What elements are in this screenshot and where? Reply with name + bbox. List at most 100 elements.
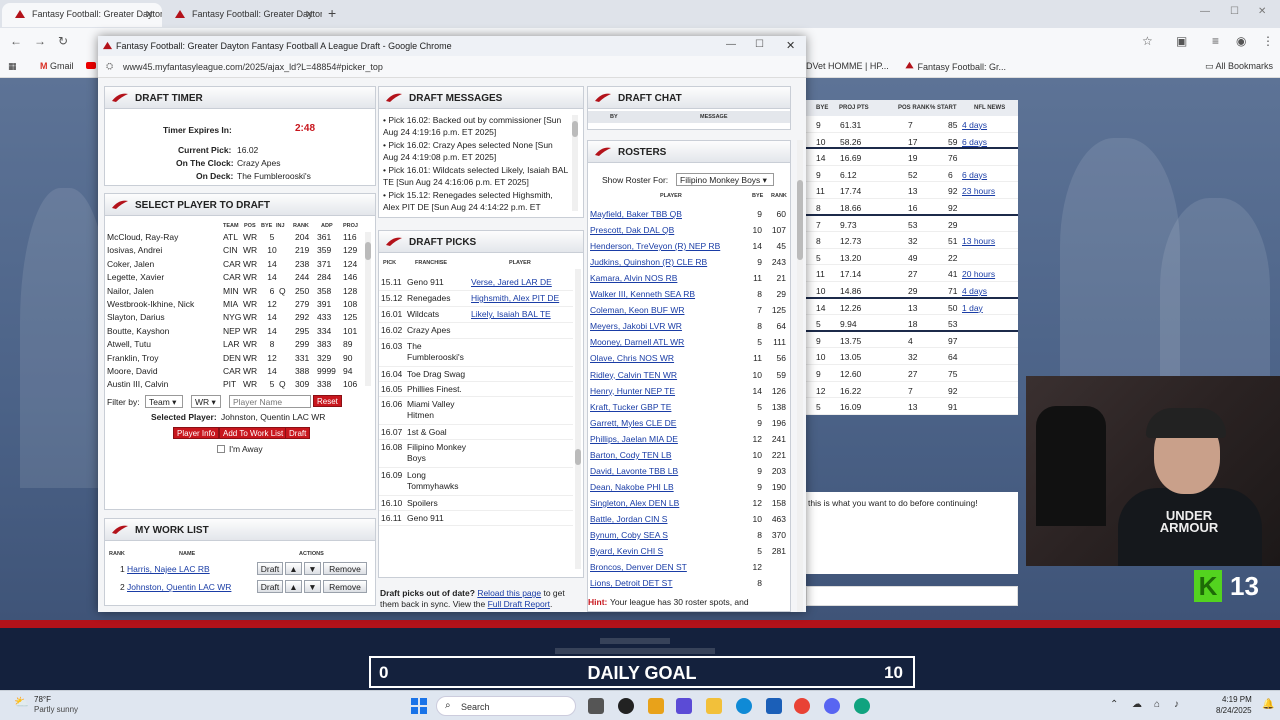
back-icon[interactable]: ← — [10, 34, 22, 48]
stat-news-link[interactable]: 4 days — [962, 120, 987, 130]
move-down-icon[interactable]: ▼ — [304, 580, 321, 593]
move-up-icon[interactable]: ▲ — [285, 562, 302, 575]
app-icon[interactable] — [766, 698, 782, 714]
player-name[interactable]: McCloud, Ray-Ray — [107, 232, 178, 242]
stat-news-link[interactable]: 6 days — [962, 170, 987, 180]
roster-player-link[interactable]: Judkins, Quinshon (R) CLE RB — [590, 257, 707, 267]
pick-player-link[interactable]: Likely, Isaiah BAL TE — [471, 309, 551, 319]
stat-news-link[interactable]: 23 hours — [962, 186, 995, 196]
worklist-player-link[interactable]: Johnston, Quentin LAC WR — [127, 582, 231, 592]
task-view-icon[interactable] — [588, 698, 604, 714]
notifications-icon[interactable]: 🔔 — [1262, 699, 1274, 710]
remove-button[interactable]: Remove — [323, 562, 367, 575]
apps-icon[interactable]: ▦ — [8, 61, 17, 72]
new-tab-icon[interactable]: + — [328, 5, 336, 21]
all-bookmarks[interactable]: ▭ All Bookmarks — [1205, 61, 1273, 72]
scrollbar[interactable] — [797, 140, 803, 612]
remove-button[interactable]: Remove — [323, 580, 367, 593]
stat-news-link[interactable]: 20 hours — [962, 269, 995, 279]
app-icon[interactable] — [648, 698, 664, 714]
player-name[interactable]: Atwell, Tutu — [107, 339, 151, 349]
pick-player-link[interactable]: Highsmith, Alex PIT DE — [471, 293, 559, 303]
worklist-player-link[interactable]: Harris, Najee LAC RB — [127, 564, 210, 574]
worklist-draft-button[interactable]: Draft — [257, 562, 283, 575]
player-name[interactable]: Slayton, Darius — [107, 312, 165, 322]
bookmark-advet[interactable]: ADVet HOMME | HP... — [800, 61, 889, 71]
roster-player-link[interactable]: Kamara, Alvin NOS RB — [590, 273, 677, 283]
player-name[interactable]: Westbrook-Ikhine, Nick — [107, 299, 194, 309]
player-name[interactable]: Iosivas, Andrei — [107, 245, 162, 255]
site-info-icon[interactable]: ⛭ — [106, 61, 113, 72]
roster-player-link[interactable]: Ridley, Calvin TEN WR — [590, 370, 677, 380]
roster-player-link[interactable]: Mooney, Darnell ATL WR — [590, 337, 684, 347]
taskbar-search[interactable]: ⌕ Search — [436, 696, 576, 716]
player-info-button[interactable]: Player Info — [173, 427, 220, 439]
minimize-icon[interactable]: — — [726, 39, 736, 50]
roster-player-link[interactable]: Garrett, Myles CLE DE — [590, 418, 676, 428]
app-icon[interactable] — [854, 698, 870, 714]
filter-team-select[interactable]: Team ▾ — [145, 395, 183, 408]
media-icon[interactable]: ≡ — [1212, 34, 1219, 48]
roster-player-link[interactable]: Phillips, Jaelan MIA DE — [590, 434, 678, 444]
player-name[interactable]: Franklin, Troy — [107, 353, 159, 363]
roster-player-link[interactable]: Lions, Detroit DET ST — [590, 578, 673, 588]
extensions-icon[interactable]: ▣ — [1176, 34, 1187, 48]
tray-chevron-icon[interactable]: ⌃ — [1110, 699, 1118, 710]
stat-news-link[interactable]: 4 days — [962, 286, 987, 296]
network-icon[interactable]: ⌂ — [1154, 699, 1160, 710]
reload-icon[interactable]: ↻ — [58, 34, 68, 48]
popup-address-bar[interactable]: ⛭ www45.myfantasyleague.com/2025/ajax_ld… — [98, 56, 806, 78]
bookmark-gmail[interactable]: M Gmail — [40, 61, 74, 71]
maximize-icon[interactable]: ☐ — [1230, 6, 1239, 17]
volume-icon[interactable]: ♪ — [1174, 699, 1179, 710]
roster-player-link[interactable]: Byard, Kevin CHI S — [590, 546, 663, 556]
close-tab-icon[interactable]: ✕ — [305, 8, 314, 21]
scrollbar[interactable] — [572, 115, 578, 211]
youtube-icon[interactable] — [86, 61, 96, 71]
roster-player-link[interactable]: Coleman, Keon BUF WR — [590, 305, 684, 315]
move-up-icon[interactable]: ▲ — [285, 580, 302, 593]
stat-news-link[interactable]: 1 day — [962, 303, 983, 313]
maximize-icon[interactable]: ☐ — [755, 39, 764, 50]
bookmark-fantasy[interactable]: Fantasy Football: Gr... — [904, 61, 1006, 72]
roster-player-link[interactable]: David, Lavonte TBB LB — [590, 466, 678, 476]
roster-player-link[interactable]: Olave, Chris NOS WR — [590, 353, 674, 363]
worklist-draft-button[interactable]: Draft — [257, 580, 283, 593]
roster-player-link[interactable]: Barton, Cody TEN LB — [590, 450, 672, 460]
reload-page-link[interactable]: Reload this page — [477, 588, 541, 598]
edge-icon[interactable] — [736, 698, 752, 714]
draft-button[interactable]: Draft — [285, 427, 311, 439]
player-name[interactable]: Coker, Jalen — [107, 259, 154, 269]
menu-icon[interactable]: ⋮ — [1262, 34, 1274, 48]
scrollbar[interactable] — [365, 232, 371, 386]
add-to-work-list-button[interactable]: Add To Work List — [219, 427, 288, 439]
stat-news-link[interactable]: 13 hours — [962, 236, 995, 246]
weather-icon[interactable]: ⛅ — [14, 695, 29, 709]
reset-button[interactable]: Reset — [313, 395, 342, 407]
browser-tab-active[interactable]: Fantasy Football: Greater Dayton ✕ — [2, 3, 162, 27]
roster-player-link[interactable]: Broncos, Denver DEN ST — [590, 562, 687, 572]
roster-player-link[interactable]: Singleton, Alex DEN LB — [590, 498, 679, 508]
cloud-icon[interactable]: ☁ — [1132, 699, 1142, 710]
close-icon[interactable]: ✕ — [1258, 6, 1266, 17]
roster-player-link[interactable]: Henderson, TreVeyon (R) NEP RB — [590, 241, 720, 251]
player-name-input[interactable]: Player Name — [229, 395, 311, 408]
roster-player-link[interactable]: Walker III, Kenneth SEA RB — [590, 289, 695, 299]
move-down-icon[interactable]: ▼ — [304, 562, 321, 575]
app-icon[interactable] — [618, 698, 634, 714]
player-name[interactable]: Nailor, Jalen — [107, 286, 154, 296]
close-icon[interactable]: ✕ — [786, 39, 795, 52]
player-name[interactable]: Moore, David — [107, 366, 158, 376]
full-draft-report-link[interactable]: Full Draft Report — [488, 599, 550, 609]
roster-player-link[interactable]: Battle, Jordan CIN S — [590, 514, 667, 524]
player-name[interactable]: Austin III, Calvin — [107, 379, 168, 389]
chrome-icon[interactable] — [794, 698, 810, 714]
discord-icon[interactable] — [824, 698, 840, 714]
app-icon[interactable] — [676, 698, 692, 714]
roster-player-link[interactable]: Henry, Hunter NEP TE — [590, 386, 675, 396]
pick-player-link[interactable]: Verse, Jared LAR DE — [471, 277, 552, 287]
minimize-icon[interactable]: — — [1200, 6, 1210, 17]
roster-player-link[interactable]: Bynum, Coby SEA S — [590, 530, 668, 540]
player-name[interactable]: Legette, Xavier — [107, 272, 164, 282]
scrollbar[interactable] — [575, 269, 581, 569]
